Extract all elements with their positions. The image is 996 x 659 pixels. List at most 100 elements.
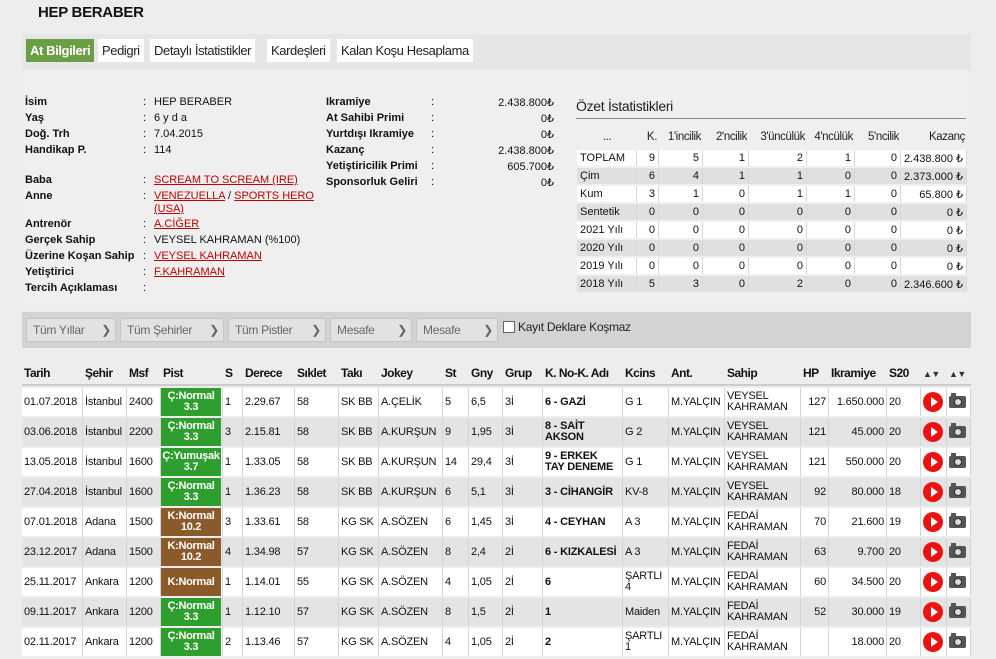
race-row[interactable]: 25.11.2017 Ankara 1200 K:Normal 1 1.14.01 55 KG… — [22, 568, 971, 596]
races-header[interactable]: Grup — [503, 362, 543, 386]
races-header[interactable]: ▲▼ — [921, 362, 947, 386]
pist-value: 3.3 — [183, 431, 199, 443]
race-cell-sehir: Ankara — [83, 568, 127, 596]
race-cell-grup: 3İ — [503, 508, 543, 536]
camera-icon[interactable] — [949, 513, 966, 528]
filter-mesafe-min-select[interactable]: Mesafe ❯ — [330, 318, 412, 342]
kayit-deklare-checkbox[interactable] — [503, 321, 515, 333]
camera-icon[interactable] — [949, 423, 966, 438]
yetistirici-link[interactable]: F.KAHRAMAN — [154, 266, 225, 278]
race-row[interactable]: 02.11.2017 Ankara 1200 Ç:Normal 3.3 2 1.13.46 5… — [22, 628, 971, 656]
camera-icon[interactable] — [949, 573, 966, 588]
races-header[interactable]: S20 — [887, 362, 921, 386]
tab-kardesleri[interactable]: Kardeşleri — [267, 39, 330, 62]
races-header[interactable]: ▲▼ — [947, 362, 971, 386]
races-header[interactable]: Gny — [469, 362, 503, 386]
chevron-down-icon: ❯ — [209, 323, 219, 337]
pist-badge: K:Normal — [161, 568, 221, 596]
race-cell-jokey: A.SÖZEN — [379, 508, 443, 536]
race-cell-taki: KG SK — [339, 508, 379, 536]
play-video-icon[interactable] — [923, 632, 943, 652]
camera-icon[interactable] — [949, 483, 966, 498]
race-row[interactable]: 01.07.2018 İstanbul 2400 Ç:Normal 3.3 1 2.29.6… — [22, 388, 971, 416]
races-header[interactable]: Ant. — [669, 362, 725, 386]
race-row[interactable]: 13.05.2018 İstanbul 1600 Ç:Yumuşak 3.7 1 1.33.… — [22, 448, 971, 476]
dogum-tarihi-label: Doğ. Trh — [25, 128, 70, 140]
antrenor-link[interactable]: A.CİĞER — [154, 218, 199, 230]
pist-badge: Ç:Normal 3.3 — [161, 628, 221, 656]
race-row[interactable]: 07.01.2018 Adana 1500 K:Normal 10.2 3 1.33.61 5… — [22, 508, 971, 536]
races-header[interactable]: K. No-K. Adı — [543, 362, 623, 386]
play-video-icon[interactable] — [923, 392, 943, 412]
races-header[interactable]: Ikramiye — [829, 362, 887, 386]
races-header-row: Tarih Şehir Msf Pist S Derece Sıklet Takı Jokey S… — [22, 362, 971, 386]
race-row[interactable]: 27.04.2018 İstanbul 1600 Ç:Normal 3.3 1 1.36.2… — [22, 478, 971, 506]
race-row[interactable]: 23.12.2017 Adana 1500 K:Normal 10.2 4 1.34.98 5… — [22, 538, 971, 566]
race-cell-s: 1 — [223, 478, 243, 506]
races-header-label: K. No-K. Adı — [545, 366, 609, 380]
races-header[interactable]: Takı — [339, 362, 379, 386]
race-row[interactable]: 09.11.2017 Ankara 1200 Ç:Normal 3.3 1 1.12.10 5… — [22, 598, 971, 626]
anne-baba-link[interactable]: SPORTS HERO — [234, 190, 314, 202]
play-video-icon[interactable] — [923, 422, 943, 442]
race-cell-hp: 52 — [801, 598, 829, 626]
camera-icon[interactable] — [949, 393, 966, 408]
race-cell-gny: 1,05 — [469, 568, 503, 596]
tab-pedigri[interactable]: Pedigri — [98, 39, 144, 62]
anne-link[interactable]: VENEZUELLA — [154, 190, 225, 202]
play-video-icon[interactable] — [923, 452, 943, 472]
baba-link[interactable]: SCREAM TO SCREAM (IRE) — [154, 174, 298, 186]
race-cell-gny: 1,5 — [469, 598, 503, 626]
races-header[interactable]: Pist — [161, 362, 223, 386]
play-video-icon[interactable] — [923, 602, 943, 622]
filter-sehirler-select[interactable]: Tüm Şehirler ❯ — [120, 318, 224, 342]
races-header[interactable]: Tarih — [22, 362, 83, 386]
race-cell-tarih: 09.11.2017 — [22, 598, 83, 626]
play-video-icon[interactable] — [923, 572, 943, 592]
filter-pistler-select[interactable]: Tüm Pistler ❯ — [228, 318, 326, 342]
race-cell-ikr: 18.000 — [829, 628, 887, 656]
races-header-label: Sıklet — [297, 366, 327, 380]
tab-detayli-istatistikler[interactable]: Detaylı İstatistikler — [150, 39, 256, 62]
race-cell-tarih: 23.12.2017 — [22, 538, 83, 566]
photo-cell — [947, 568, 971, 596]
races-header[interactable]: Kcins — [623, 362, 669, 386]
pist-badge: Ç:Normal 3.3 — [161, 598, 221, 626]
camera-icon[interactable] — [949, 543, 966, 558]
race-cell-jokey: A.ÇELİK — [379, 388, 443, 416]
races-header[interactable]: St — [443, 362, 469, 386]
stats-cell: 0 — [855, 150, 901, 166]
play-video-icon[interactable] — [923, 542, 943, 562]
filter-mesafe-max-select[interactable]: Mesafe ❯ — [416, 318, 498, 342]
yetistiricilik-primi-value: 605.700₺ — [507, 161, 554, 173]
sort-arrows-icon: ▲▼ — [923, 369, 940, 379]
camera-icon[interactable] — [949, 633, 966, 648]
camera-icon[interactable] — [949, 603, 966, 618]
yurtdisi-ikramiye-value: 0₺ — [540, 129, 554, 141]
race-cell-st: 8 — [443, 538, 469, 566]
anne-baba-country[interactable]: (USA) — [154, 203, 184, 215]
play-video-icon[interactable] — [923, 512, 943, 532]
tab-kalan-kosu-hesaplama[interactable]: Kalan Koşu Hesaplama — [337, 39, 473, 62]
camera-icon[interactable] — [949, 453, 966, 468]
races-header[interactable]: Msf — [127, 362, 161, 386]
race-cell-kno: 3 - CİHANGİR — [543, 478, 623, 506]
races-header[interactable]: Sahip — [725, 362, 801, 386]
stats-cell: 2 — [749, 276, 807, 292]
play-video-icon[interactable] — [923, 482, 943, 502]
uzerine-kosan-sahip-link[interactable]: VEYSEL KAHRAMAN — [154, 250, 262, 262]
video-cell — [921, 538, 947, 566]
kayit-deklare-label: Kayıt Deklare Koşmaz — [518, 320, 631, 334]
races-header[interactable]: Jokey — [379, 362, 443, 386]
races-header[interactable]: Sıklet — [295, 362, 339, 386]
tab-at-bilgileri[interactable]: At Bilgileri — [26, 39, 95, 62]
race-cell-kno: 4 - CEYHAN — [543, 508, 623, 536]
pist-cell: K:Normal — [161, 568, 223, 596]
filter-yillar-select[interactable]: Tüm Yıllar ❯ — [26, 318, 116, 342]
races-header[interactable]: S — [223, 362, 243, 386]
races-header[interactable]: HP — [801, 362, 829, 386]
stats-cell: 0 — [703, 204, 749, 220]
race-row[interactable]: 03.06.2018 İstanbul 2200 Ç:Normal 3.3 3 2.15.8… — [22, 418, 971, 446]
races-header[interactable]: Şehir — [83, 362, 127, 386]
races-header[interactable]: Derece — [243, 362, 295, 386]
